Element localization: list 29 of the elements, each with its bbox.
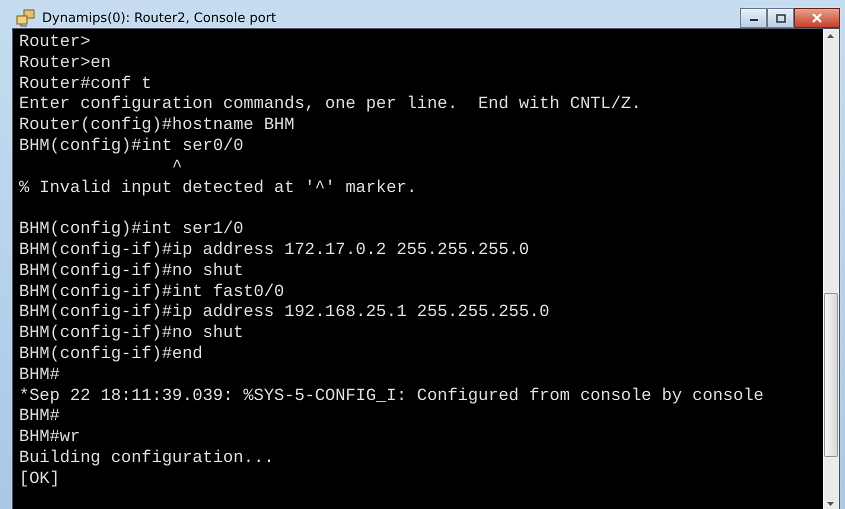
console-line: BHM(config)#int ser0/0 — [19, 136, 244, 158]
console-line: BHM# — [19, 407, 60, 428]
console-line: BHM(config-if)#int fast0/0 — [19, 282, 284, 304]
console-line: BHM(config-if)#ip address 192.168.25.1 255.255.255.0 — [19, 303, 550, 324]
console-line: % Invalid input detected at '^' marker. — [19, 178, 417, 200]
console-line: ^ — [171, 158, 182, 179]
console-line: BHM(config-if)#ip address 172.17.0.2 255.255.255.0 — [19, 240, 530, 262]
console-line: Router#conf t — [19, 74, 152, 96]
console-line: BHM(config-if)#end — [19, 344, 203, 366]
console-line: BHM(config)#int ser1/0 — [19, 220, 244, 241]
maximize-button[interactable] — [767, 8, 794, 28]
console-line: *Sep 22 18:11:39.039: %SYS-5-CONFIG_I: Configured from console by console — [19, 386, 764, 408]
console-line: Router> — [19, 33, 90, 54]
network-computers-icon — [16, 9, 36, 27]
maximize-icon — [776, 14, 786, 22]
console-line: [OK] — [19, 470, 60, 491]
close-icon — [811, 13, 823, 23]
console-line: Router>en — [19, 54, 111, 75]
vertical-scrollbar[interactable] — [823, 29, 839, 509]
console-line: BHM(config-if)#no shut — [19, 262, 244, 283]
window-title: Dynamips(0): Router2, Console port — [42, 10, 276, 26]
console-line: Enter configuration commands, one per line. End with CNTL/Z. — [19, 95, 642, 116]
close-button[interactable] — [794, 8, 840, 28]
console-line: BHM(config-if)#no shut — [19, 324, 244, 345]
console-line: BHM# — [19, 366, 60, 387]
minimize-button[interactable] — [740, 8, 767, 28]
console-line: Router(config)#hostname BHM — [19, 116, 294, 137]
console-line: BHM#wr — [19, 428, 80, 449]
console-line: Building configuration... — [19, 448, 274, 470]
